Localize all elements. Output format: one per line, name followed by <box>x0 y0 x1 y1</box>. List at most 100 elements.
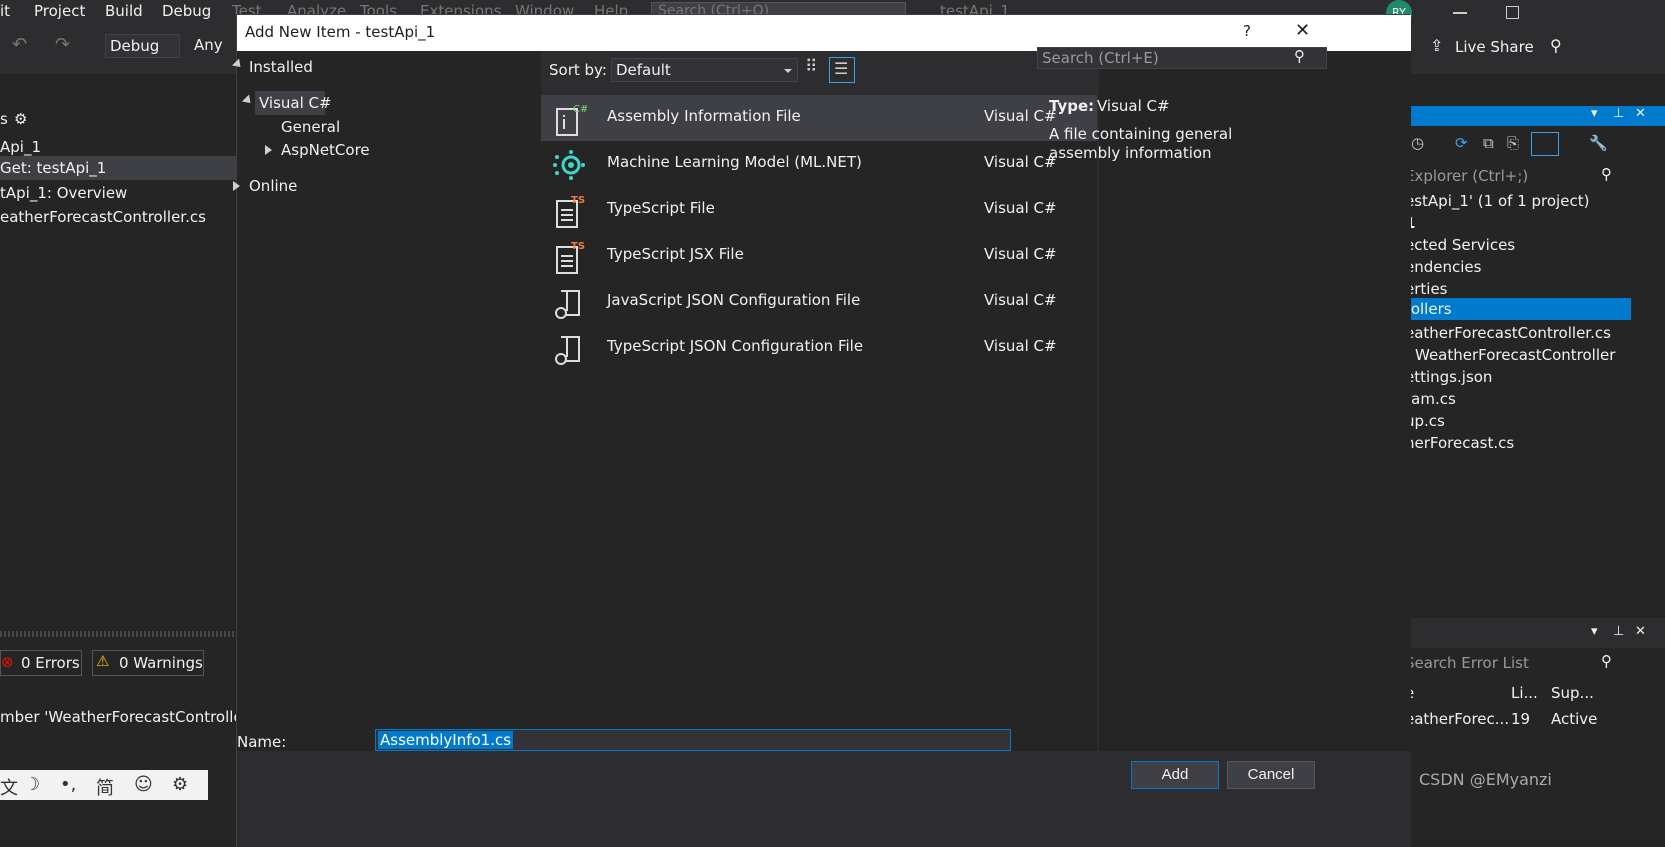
search-icon[interactable]: ⚲ <box>1294 47 1305 65</box>
template-category-tree: Installed Visual C# General AspNetCore O… <box>231 51 541 751</box>
error-cell[interactable]: Active <box>1551 710 1597 728</box>
template-name: Assembly Information File <box>607 107 801 125</box>
dialog-title: Add New Item - testApi_1 <box>245 23 436 41</box>
error-search-input[interactable]: Search Error List <box>1405 654 1529 672</box>
tree-general[interactable]: General <box>281 118 340 136</box>
tree-item[interactable]: ram.cs <box>1405 390 1456 408</box>
left-item[interactable]: eatherForecastController.cs <box>0 208 206 226</box>
menu-item-file[interactable]: it <box>0 2 10 20</box>
moon-icon[interactable]: ☽ <box>24 774 40 795</box>
menu-item-project[interactable]: Project <box>34 2 85 20</box>
errors-filter-button[interactable]: ⊗ 0 Errors <box>0 650 82 676</box>
tree-aspnetcore[interactable]: AspNetCore <box>281 141 370 159</box>
tree-item[interactable]: herForecast.cs <box>1405 434 1514 452</box>
gear-icon[interactable]: ⚙ <box>14 110 27 128</box>
tree-item[interactable]: eatherForecastController.cs <box>1405 324 1611 342</box>
expand-icon[interactable] <box>241 94 255 107</box>
collapse-arrow-icon[interactable] <box>233 181 240 191</box>
close-icon[interactable]: ✕ <box>1295 20 1310 41</box>
add-button[interactable]: Add <box>1131 761 1219 789</box>
show-all-files-icon[interactable] <box>1531 132 1559 156</box>
left-item-label: Get: testApi_1 <box>0 159 107 177</box>
dialog-titlebar: Add New Item - testApi_1 ? ✕ <box>237 15 1411 51</box>
redo-icon[interactable]: ↷ <box>55 34 70 55</box>
json-config-icon <box>555 290 580 319</box>
ime-mode-icon[interactable]: 文 <box>0 774 18 800</box>
sort-dropdown[interactable]: Default <box>611 58 798 82</box>
name-input[interactable]: AssemblyInfo1.cs <box>375 729 1011 751</box>
copy-icon[interactable]: ⎘ <box>1507 134 1519 152</box>
template-search-input[interactable]: Search (Ctrl+E) ⚲ <box>1037 47 1327 69</box>
template-info-pane: Search (Ctrl+E) ⚲ Type: Visual C# A file… <box>1037 47 1411 751</box>
search-icon[interactable]: ⚲ <box>1601 165 1612 183</box>
punctuation-icon[interactable]: •, <box>60 774 76 795</box>
emoji-icon[interactable]: ☺ <box>134 774 153 795</box>
simplified-icon[interactable]: 简 <box>96 774 114 800</box>
cancel-button[interactable]: Cancel <box>1227 761 1315 789</box>
left-item[interactable]: tApi_1: Overview <box>0 184 127 202</box>
error-message: mber 'WeatherForecastControlle <box>0 708 243 726</box>
column-header[interactable]: Sup... <box>1551 684 1594 702</box>
error-cell[interactable]: 19 <box>1511 710 1530 728</box>
maximize-icon[interactable] <box>1506 6 1519 19</box>
user-icon[interactable]: ⚲ <box>1550 36 1562 55</box>
menu-item-debug[interactable]: Debug <box>162 2 211 20</box>
pin-icon[interactable]: ⊥ <box>1613 624 1624 639</box>
left-panel: s ⚙ Api_1 Get: testApi_1 tApi_1: Overvie… <box>0 74 243 847</box>
tree-item[interactable]: estApi_1' (1 of 1 project) <box>1405 192 1589 210</box>
platform-dropdown[interactable]: Any <box>194 36 223 54</box>
dropdown-icon[interactable]: ▾ <box>1591 106 1598 121</box>
undo-icon[interactable]: ↶ <box>12 34 27 55</box>
grid-view-icon[interactable]: ⠿ <box>805 57 817 77</box>
left-item-selected[interactable]: Get: testApi_1 <box>0 156 236 180</box>
template-language: Visual C# <box>984 337 1057 355</box>
tree-item[interactable]: ected Services <box>1405 236 1515 254</box>
tree-item[interactable]: ettings.json <box>1405 368 1492 386</box>
column-header[interactable]: Li... <box>1511 684 1538 702</box>
list-view-icon[interactable]: ☰ <box>829 57 855 83</box>
template-item[interactable]: JavaScript JSON Configuration File Visua… <box>541 279 1097 325</box>
sync-icon[interactable]: ⟳ <box>1455 134 1468 152</box>
dropdown-icon[interactable]: ▾ <box>1591 624 1598 639</box>
left-item[interactable]: Api_1 <box>0 138 41 156</box>
template-item[interactable]: Machine Learning Model (ML.NET) Visual C… <box>541 141 1097 187</box>
tree-item[interactable]: endencies <box>1405 258 1481 276</box>
wrench-icon[interactable]: 🔧 <box>1589 134 1608 152</box>
template-language: Visual C# <box>984 291 1057 309</box>
search-icon[interactable]: ⚲ <box>1601 652 1612 670</box>
template-name: TypeScript JSON Configuration File <box>607 337 864 355</box>
assembly-info-icon: C# <box>556 104 587 136</box>
menu-item-build[interactable]: Build <box>105 2 143 20</box>
share-icon[interactable]: ⇪ <box>1430 36 1443 55</box>
error-list-titlebar: ▾ ⊥ ✕ <box>1405 618 1665 648</box>
template-item[interactable]: TS TypeScript JSX File Visual C# <box>541 233 1097 279</box>
minimize-icon[interactable] <box>1453 12 1467 14</box>
close-icon[interactable]: ✕ <box>1635 106 1646 121</box>
collapse-icon[interactable]: ⧉ <box>1483 134 1494 152</box>
tree-item-selected[interactable]: rollers <box>1405 298 1631 320</box>
pin-icon[interactable]: ⊥ <box>1613 106 1624 121</box>
tree-online[interactable]: Online <box>249 177 297 195</box>
live-share-button[interactable]: Live Share <box>1455 38 1534 56</box>
solution-explorer-titlebar: ▾ ⊥ ✕ <box>1405 106 1665 126</box>
collapse-arrow-icon[interactable] <box>265 145 272 155</box>
close-icon[interactable]: ✕ <box>1635 624 1646 639</box>
tree-item-label: rollers <box>1405 300 1452 318</box>
template-item-selected[interactable]: C# Assembly Information File Visual C# <box>541 95 1097 141</box>
template-item[interactable]: TypeScript JSON Configuration File Visua… <box>541 325 1097 371</box>
config-value: Debug <box>110 37 160 55</box>
config-dropdown[interactable]: Debug <box>105 34 180 58</box>
warnings-filter-button[interactable]: ⚠ 0 Warnings <box>92 650 204 676</box>
solution-search-input[interactable]: Explorer (Ctrl+;) <box>1405 167 1528 185</box>
tree-installed[interactable]: Installed <box>249 58 313 76</box>
tree-visual-csharp[interactable]: Visual C# <box>255 91 332 115</box>
typescript-file-icon: TS <box>556 195 585 228</box>
settings-icon[interactable]: ⚙ <box>172 774 188 795</box>
svg-text:TS: TS <box>571 195 585 206</box>
tree-item[interactable]: WeatherForecastController <box>1415 346 1615 364</box>
error-cell[interactable]: eatherForec... <box>1405 710 1509 728</box>
template-item[interactable]: TS TypeScript File Visual C# <box>541 187 1097 233</box>
help-icon[interactable]: ? <box>1243 22 1251 40</box>
tree-item[interactable]: erties <box>1405 280 1448 298</box>
history-icon[interactable]: ◷ <box>1411 134 1424 152</box>
